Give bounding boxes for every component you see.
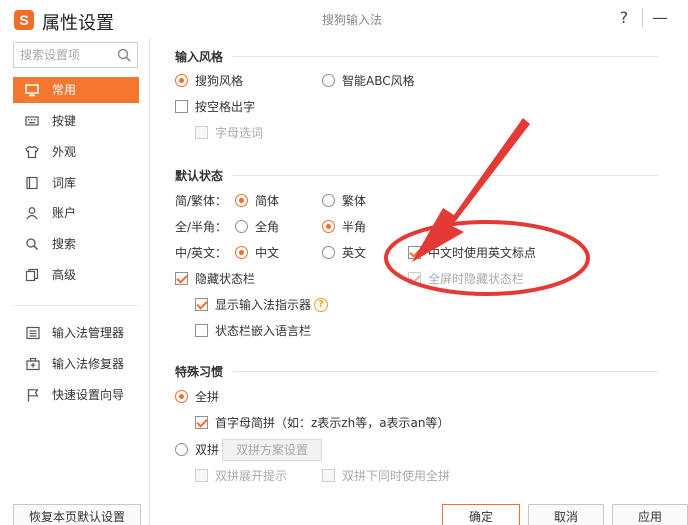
checkbox-label: 双拼下同时使用全拼 [342, 469, 451, 483]
radio-control[interactable] [175, 74, 188, 87]
radio-label: 中文 [255, 246, 280, 260]
sidebar-tool-label: 输入法管理器 [52, 326, 125, 340]
title-bar: S 属性设置 搜狗输入法 ? — [0, 0, 688, 38]
list-icon [26, 326, 40, 340]
sidebar-item-search[interactable]: 搜索 [13, 231, 139, 257]
sidebar-tool-label: 输入法修复器 [52, 357, 125, 371]
search-icon [26, 238, 39, 251]
section-title-input-style: 输入风格 [175, 50, 224, 64]
toolbox-icon [26, 357, 40, 371]
checkbox-control[interactable] [195, 469, 208, 482]
monitor-icon [25, 84, 39, 97]
checkbox-control[interactable] [175, 100, 188, 113]
radio-control[interactable] [175, 390, 188, 403]
minimize-button[interactable]: — [650, 8, 670, 27]
sidebar-item-label: 常用 [52, 83, 77, 97]
sidebar-item-label: 账户 [52, 206, 77, 220]
search-icon[interactable] [117, 48, 131, 62]
checkbox-control[interactable] [175, 272, 188, 285]
section-divider [233, 175, 658, 176]
checkbox-control[interactable] [408, 246, 421, 259]
section-divider [233, 56, 658, 57]
checkbox-control[interactable] [195, 126, 208, 139]
section-divider [233, 371, 658, 372]
flag-icon [27, 389, 39, 402]
sogou-logo-icon: S [14, 10, 34, 30]
checkbox-control[interactable] [195, 298, 208, 311]
checkbox-label: 全屏时隐藏状态栏 [428, 272, 525, 286]
layers-icon [25, 268, 39, 282]
sidebar-item-common[interactable]: 常用 [13, 77, 139, 103]
checkbox-label: 显示输入法指示器 [215, 298, 312, 312]
radio-control[interactable] [322, 194, 335, 207]
title-separator [642, 8, 643, 28]
radio-label: 繁体 [342, 194, 367, 208]
search-input[interactable] [14, 43, 114, 67]
search-box[interactable] [13, 42, 138, 68]
ok-button[interactable]: 确定 [442, 504, 520, 525]
radio-label: 搜狗风格 [195, 74, 244, 88]
radio-control[interactable] [175, 443, 188, 456]
apply-button[interactable]: 应用 [612, 504, 688, 525]
help-button[interactable]: ? [614, 8, 634, 27]
keyboard-icon [25, 116, 39, 126]
restore-defaults-button[interactable]: 恢复本页默认设置 [13, 504, 141, 525]
checkbox-label: 字母选词 [215, 126, 264, 140]
checkbox-control[interactable] [195, 416, 208, 429]
tshirt-icon [25, 145, 39, 159]
checkbox-control[interactable] [195, 324, 208, 337]
sidebar-tool-label: 快速设置向导 [52, 388, 125, 402]
sidebar-item-label: 高级 [52, 268, 77, 282]
sidebar-item-label: 按键 [52, 114, 77, 128]
lang-label: 中/英文： [175, 246, 228, 260]
radio-control[interactable] [322, 74, 335, 87]
checkbox-control[interactable] [408, 272, 421, 285]
simp-trad-label: 简/繁体： [175, 194, 228, 208]
radio-label: 简体 [255, 194, 280, 208]
radio-label: 半角 [342, 220, 367, 234]
sidebar-item-dictionary[interactable]: 词库 [13, 170, 139, 196]
checkbox-label: 双拼展开提示 [215, 469, 288, 483]
sidebar-item-advanced[interactable]: 高级 [13, 262, 139, 288]
radio-control[interactable] [322, 246, 335, 259]
width-label: 全/半角： [175, 220, 228, 234]
settings-panel: 输入风格 搜狗风格 智能ABC风格 按空格出字 字母选词 默认状态 简/繁体： … [151, 38, 688, 490]
radio-control[interactable] [235, 246, 248, 259]
help-circle-icon[interactable]: ? [314, 298, 328, 312]
checkbox-label: 中文时使用英文标点 [428, 246, 537, 260]
user-icon [26, 207, 38, 220]
sidebar-item-appearance[interactable]: 外观 [13, 139, 139, 165]
radio-control[interactable] [235, 220, 248, 233]
checkbox-control[interactable] [322, 469, 335, 482]
sidebar-item-label: 外观 [52, 145, 77, 159]
checkbox-label: 隐藏状态栏 [195, 272, 256, 286]
sidebar-divider [13, 305, 139, 306]
sidebar-item-label: 搜索 [52, 237, 77, 251]
radio-label: 英文 [342, 246, 367, 260]
checkbox-label: 首字母简拼（如：z表示zh等，a表示an等） [215, 416, 450, 430]
shuangpin-scheme-button[interactable]: 双拼方案设置 [222, 439, 322, 461]
radio-label: 双拼 [195, 443, 220, 457]
checkbox-label: 状态栏嵌入语言栏 [215, 324, 312, 338]
radio-control[interactable] [322, 220, 335, 233]
sidebar-item-keys[interactable]: 按键 [13, 108, 139, 134]
radio-label: 智能ABC风格 [342, 74, 415, 88]
window-title: 属性设置 [42, 13, 114, 34]
sidebar-item-account[interactable]: 账户 [13, 200, 139, 226]
checkbox-label: 按空格出字 [195, 100, 256, 114]
book-icon [26, 176, 38, 190]
sidebar: 常用 按键 外观 词库 账户 搜索 [0, 38, 150, 525]
cancel-button[interactable]: 取消 [528, 504, 604, 525]
radio-control[interactable] [235, 194, 248, 207]
window-subtitle: 搜狗输入法 [322, 13, 383, 27]
section-title-special-habit: 特殊习惯 [175, 365, 224, 379]
radio-label: 全角 [255, 220, 280, 234]
section-title-default-state: 默认状态 [175, 169, 224, 183]
radio-label: 全拼 [195, 390, 220, 404]
sidebar-item-label: 词库 [52, 176, 77, 190]
